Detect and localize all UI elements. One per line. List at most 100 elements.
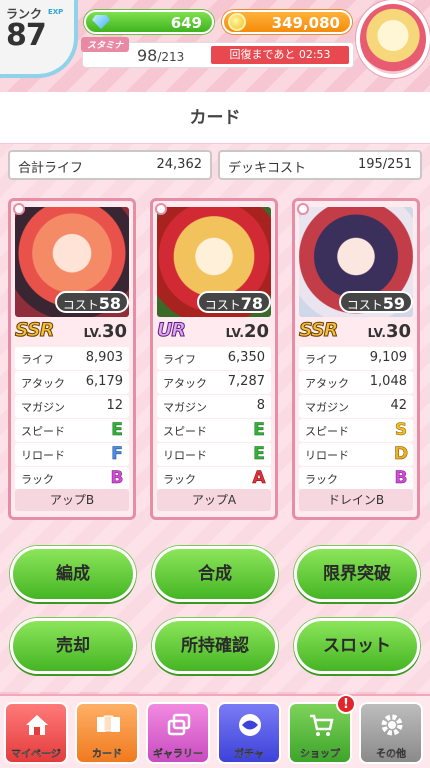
player-avatar[interactable] bbox=[356, 0, 430, 78]
level-label: LV. bbox=[225, 326, 244, 340]
home-icon bbox=[26, 715, 48, 735]
nav-gacha-label: ガチャ bbox=[234, 749, 264, 760]
stat-grade: A bbox=[252, 468, 266, 489]
stamina-current: 98 bbox=[137, 46, 158, 65]
gem-value: 649 bbox=[170, 14, 202, 32]
exp-label: EXP bbox=[48, 8, 64, 16]
sell-button[interactable]: 売却 bbox=[10, 618, 136, 674]
level-label: LV. bbox=[367, 326, 386, 340]
card-level: LV.30 bbox=[84, 321, 127, 342]
stat-label: マガジン bbox=[163, 401, 207, 414]
stat-row: スピード S bbox=[299, 419, 413, 442]
stat-row: ライフ 6,350 bbox=[157, 347, 271, 370]
total-life-value: 24,362 bbox=[156, 157, 203, 172]
deck-card-1[interactable]: コスト58 SSR LV.30 ライフ 8,903 アタック 6,179 マガジン 1… bbox=[8, 198, 136, 520]
card-stats: ライフ 6,350 アタック 7,287 マガジン 8 スピード E リロード E ラック… bbox=[157, 347, 271, 491]
gem-icon bbox=[92, 15, 110, 29]
cost-label: コスト bbox=[62, 298, 99, 312]
card-level: LV.20 bbox=[226, 321, 269, 342]
stat-grade: B bbox=[394, 468, 408, 489]
cost-label: コスト bbox=[346, 298, 383, 312]
stat-row: アタック 7,287 bbox=[157, 371, 271, 394]
nav-gallery-label: ギャラリー bbox=[153, 749, 203, 760]
card-rarity: SSR bbox=[14, 319, 54, 342]
card-select-indicator bbox=[155, 203, 167, 215]
coin-icon bbox=[228, 13, 246, 31]
cost-label: コスト bbox=[204, 298, 241, 312]
deck-card-2[interactable]: コスト78 UR LV.20 ライフ 6,350 アタック 7,287 マガジン 8 … bbox=[150, 198, 278, 520]
shopping-cart-icon bbox=[310, 714, 334, 736]
stat-row: アタック 6,179 bbox=[15, 371, 129, 394]
stat-label: ライフ bbox=[163, 353, 196, 366]
stat-row: リロード F bbox=[15, 443, 129, 466]
coin-counter[interactable]: 349,080 bbox=[222, 10, 352, 34]
stat-label: マガジン bbox=[21, 401, 65, 414]
nav-gallery[interactable]: ギャラリー bbox=[146, 702, 210, 764]
stat-grade: F bbox=[111, 444, 123, 465]
stat-row: ラック B bbox=[15, 467, 129, 490]
page-title: カード bbox=[0, 92, 430, 144]
stat-grade: E bbox=[111, 420, 123, 441]
slot-button[interactable]: スロット bbox=[294, 618, 420, 674]
stat-value: 9,109 bbox=[369, 350, 407, 365]
card-stats: ライフ 8,903 アタック 6,179 マガジン 12 スピード E リロード F ラッ… bbox=[15, 347, 129, 491]
level-value: 30 bbox=[385, 321, 411, 342]
stat-label: アタック bbox=[305, 377, 349, 390]
stamina-bar: スタミナ 98/213 回復まであと 02:53 bbox=[81, 37, 354, 68]
nav-home[interactable]: マイページ bbox=[4, 702, 68, 764]
deck-card-3[interactable]: コスト59 SSR LV.30 ライフ 9,109 アタック 1,048 マガジン 4… bbox=[292, 198, 420, 520]
stat-row: ラック A bbox=[157, 467, 271, 490]
card-rarity: UR bbox=[156, 319, 186, 342]
stat-label: スピード bbox=[163, 425, 207, 438]
nav-card[interactable]: カード bbox=[75, 702, 139, 764]
recover-timer: 回復まであと 02:53 bbox=[211, 46, 349, 64]
bottom-nav: マイページ カード ギャラリー ガチャ ショップ ! その他 bbox=[0, 694, 430, 768]
level-label: LV. bbox=[83, 326, 102, 340]
nav-shop[interactable]: ショップ ! bbox=[288, 694, 356, 764]
stat-row: スピード E bbox=[15, 419, 129, 442]
stat-grade: S bbox=[394, 420, 408, 441]
stat-grade: E bbox=[253, 444, 265, 465]
stat-label: スピード bbox=[305, 425, 349, 438]
card-cost: コスト59 bbox=[338, 291, 413, 313]
owned-check-button[interactable]: 所持確認 bbox=[152, 618, 278, 674]
stat-value: 42 bbox=[390, 398, 407, 413]
nav-gacha[interactable]: ガチャ bbox=[217, 702, 281, 764]
stat-row: マガジン 42 bbox=[299, 395, 413, 418]
fuse-button[interactable]: 合成 bbox=[152, 546, 278, 602]
card-select-indicator bbox=[297, 203, 309, 215]
nav-other[interactable]: その他 bbox=[359, 702, 423, 764]
stat-label: ラック bbox=[305, 473, 338, 486]
stamina-max: /213 bbox=[157, 50, 185, 64]
card-select-indicator bbox=[13, 203, 25, 215]
organize-button[interactable]: 編成 bbox=[10, 546, 136, 602]
stat-row: スピード E bbox=[157, 419, 271, 442]
stat-label: リロード bbox=[21, 449, 65, 462]
cost-value: 58 bbox=[98, 294, 121, 313]
deck-cost-value: 195/251 bbox=[357, 157, 412, 172]
stat-value: 7,287 bbox=[227, 374, 265, 389]
card-skill: アップA bbox=[157, 489, 271, 511]
cards-icon bbox=[97, 715, 120, 732]
rank-badge[interactable]: ランク EXP 87 bbox=[0, 0, 78, 78]
gem-counter[interactable]: 649 bbox=[84, 10, 214, 34]
stat-row: ライフ 8,903 bbox=[15, 347, 129, 370]
total-life-label: 合計ライフ bbox=[18, 161, 84, 176]
stat-grade: E bbox=[253, 420, 265, 441]
stat-label: マガジン bbox=[305, 401, 349, 414]
stat-value: 8,903 bbox=[85, 350, 123, 365]
stat-row: マガジン 8 bbox=[157, 395, 271, 418]
stat-row: ラック B bbox=[299, 467, 413, 490]
gallery-icon bbox=[167, 713, 191, 736]
stat-label: ライフ bbox=[305, 353, 338, 366]
stat-row: ライフ 9,109 bbox=[299, 347, 413, 370]
card-cost: コスト78 bbox=[196, 291, 271, 313]
limit-break-button[interactable]: 限界突破 bbox=[294, 546, 420, 602]
stat-grade: D bbox=[393, 444, 409, 465]
stat-grade: B bbox=[110, 468, 124, 489]
card-rarity: SSR bbox=[298, 319, 338, 342]
nav-shop-label: ショップ bbox=[300, 749, 340, 760]
gacha-icon bbox=[239, 714, 261, 736]
card-skill: ドレインB bbox=[299, 489, 413, 511]
cost-value: 78 bbox=[240, 294, 263, 313]
